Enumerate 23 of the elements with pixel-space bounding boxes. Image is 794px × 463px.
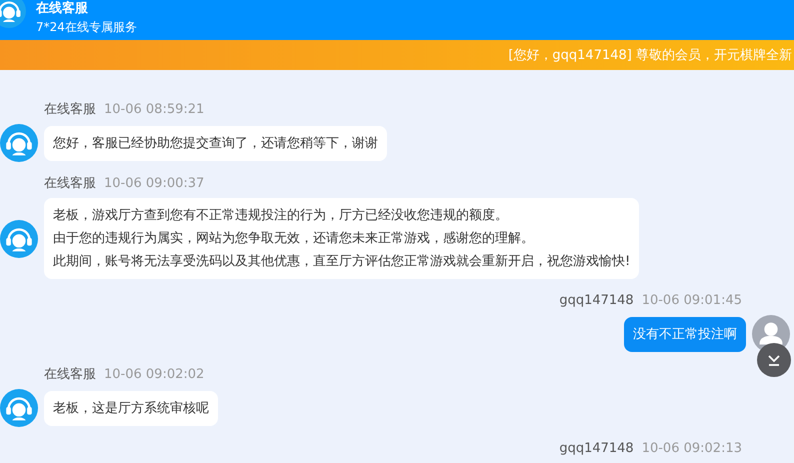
agent-avatar-icon (0, 389, 38, 427)
message-bubble: 没有不正常投注啊 (624, 316, 746, 352)
sender-name: 在线客服 (44, 366, 96, 384)
agent-avatar-icon (0, 220, 38, 258)
sender-name: 在线客服 (44, 101, 96, 119)
sender-name: gqq147148 (559, 440, 634, 458)
scroll-down-button[interactable] (757, 343, 791, 377)
message-time: 10-06 08:59:21 (104, 101, 204, 119)
message-bubble: 您好，客服已经协助您提交查询了，还请您稍等下，谢谢 (44, 126, 387, 160)
sender-name: 在线客服 (44, 175, 96, 193)
message-line: 由于您的违规行为属实，网站为您争取无效，还请您未来正常游戏，感谢您的理解。 (53, 230, 535, 248)
message-time: 10-06 09:01:45 (642, 292, 742, 310)
sender-name: gqq147148 (559, 292, 634, 310)
message-line: 老板，游戏厅方查到您有不正常违规投注的行为，厅方已经没收您违规的额度。 (53, 207, 509, 225)
chat-title: 在线客服 (36, 1, 89, 17)
agent-avatar-icon (0, 124, 38, 162)
message-time: 10-06 09:02:13 (642, 440, 742, 458)
notice-text: [您好，gqq147148] 尊敬的会员，开元棋牌全新 (508, 47, 793, 64)
message-bubble: 老板，这是厅方系统审核呢 (44, 390, 218, 426)
message-line: 此期间，账号将无法享受洗码以及其他优惠，直至厅方评估您正常游戏就会重新开启，祝您游戏愉快! (53, 253, 630, 271)
message-time: 10-06 09:02:02 (104, 366, 204, 384)
chat-subtitle: 7*24在线专属服务 (36, 19, 137, 35)
message-time: 10-06 09:00:37 (104, 175, 204, 193)
